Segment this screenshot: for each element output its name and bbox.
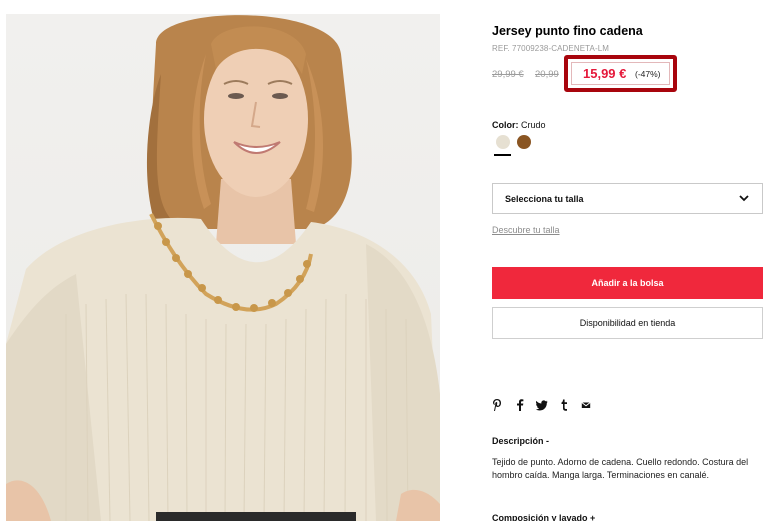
- description-accordion-header[interactable]: Descripción -: [492, 436, 549, 446]
- price-block: 29,99 € 20,99 15,99 € (-47%): [492, 55, 682, 92]
- color-swatches: [494, 135, 556, 159]
- previous-price: 20,99: [535, 69, 559, 80]
- product-image[interactable]: [6, 14, 440, 521]
- facebook-icon[interactable]: [516, 398, 524, 412]
- sale-price-highlight: 15,99 € (-47%): [564, 55, 677, 92]
- color-label-row: Color: Crudo: [492, 120, 546, 130]
- add-to-bag-button[interactable]: Añadir a la bolsa: [492, 267, 763, 299]
- sale-price-box: 15,99 € (-47%): [571, 62, 670, 85]
- original-price: 29,99 €: [492, 69, 524, 80]
- composition-accordion-header[interactable]: Composición y lavado +: [492, 513, 595, 521]
- selected-swatch-indicator: [494, 154, 511, 156]
- share-icons: [492, 398, 602, 412]
- size-select-dropdown[interactable]: Selecciona tu talla: [492, 183, 763, 214]
- description-text: Tejido de punto. Adorno de cadena. Cuell…: [492, 457, 749, 480]
- color-swatch-brown[interactable]: [517, 135, 531, 149]
- color-label: Color:: [492, 120, 519, 130]
- mail-icon[interactable]: [581, 398, 591, 412]
- sale-price: 15,99 €: [583, 66, 627, 81]
- pinterest-icon[interactable]: [492, 398, 502, 412]
- size-select-label: Selecciona tu talla: [505, 194, 584, 204]
- color-swatch-crudo[interactable]: [496, 135, 510, 149]
- size-guide-link[interactable]: Descubre tu talla: [492, 225, 560, 235]
- twitter-icon[interactable]: [536, 398, 548, 412]
- product-info-panel: Jersey punto fino cadena REF. 77009238-C…: [492, 0, 763, 521]
- selected-color-name: Crudo: [521, 120, 546, 130]
- tumblr-icon[interactable]: [560, 398, 568, 412]
- product-reference: REF. 77009238-CADENETA-LM: [492, 44, 610, 53]
- product-title: Jersey punto fino cadena: [492, 24, 643, 38]
- store-availability-button[interactable]: Disponibilidad en tienda: [492, 307, 763, 339]
- model-wearing-sweater-image: [6, 15, 440, 521]
- chevron-down-icon: [739, 195, 749, 202]
- discount-badge: (-47%): [635, 69, 661, 79]
